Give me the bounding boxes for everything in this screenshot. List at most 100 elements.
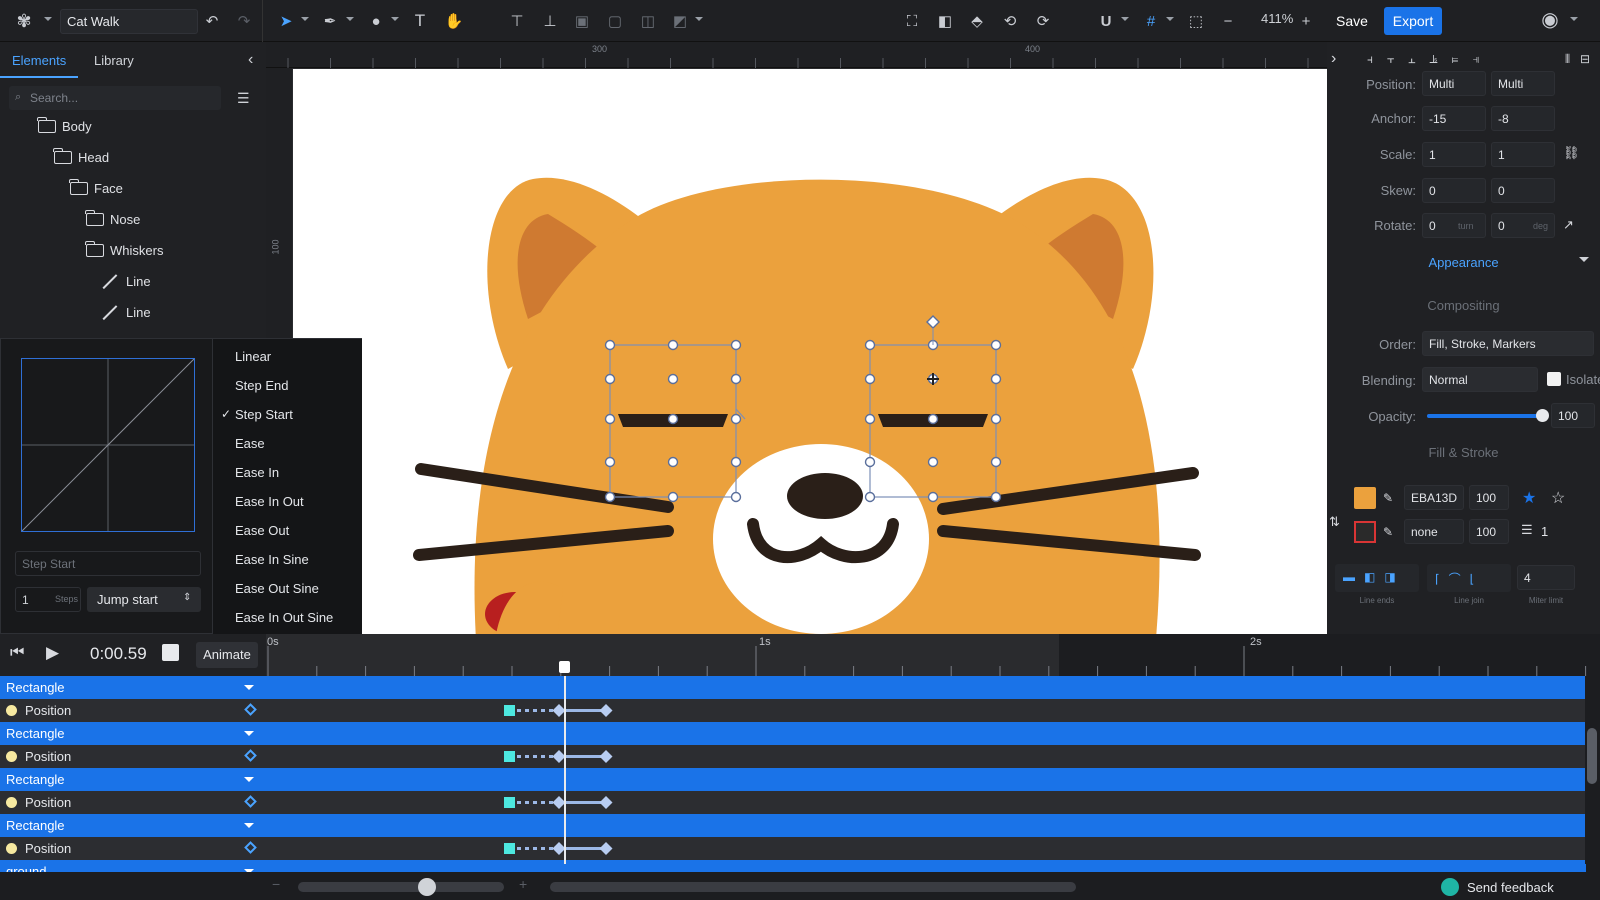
- timeline-property-row[interactable]: Position: [0, 699, 1586, 722]
- group-icon[interactable]: ▣: [572, 11, 592, 31]
- redo-icon[interactable]: ↷: [234, 11, 254, 31]
- fill-hex-field[interactable]: EBA13D: [1404, 485, 1464, 510]
- snap-caret-icon[interactable]: [1121, 17, 1129, 21]
- stroke-width-value[interactable]: 1: [1541, 524, 1548, 539]
- app-menu-caret-icon[interactable]: [44, 17, 52, 21]
- playhead-handle[interactable]: [559, 661, 570, 673]
- shapes-tool-caret-icon[interactable]: [391, 17, 399, 21]
- select-tool-caret-icon[interactable]: [301, 17, 309, 21]
- timeline-property-row[interactable]: Position: [0, 837, 1586, 860]
- swap-fill-stroke-icon[interactable]: ⇅: [1329, 514, 1340, 530]
- easing-option[interactable]: Ease In Out: [235, 494, 304, 509]
- canvas-area[interactable]: 300 400 100: [266, 42, 1327, 634]
- cat-illustration[interactable]: [293, 69, 1327, 634]
- boolean-ops-caret-icon[interactable]: [695, 17, 703, 21]
- align-buttons-icon[interactable]: ⫞⫟⫠⫡⫢⫣: [1367, 52, 1494, 67]
- boolean-ops-icon[interactable]: ◩: [670, 11, 690, 31]
- zoom-in-timeline-icon[interactable]: +: [519, 876, 527, 892]
- keyframe-track[interactable]: [500, 837, 640, 860]
- eyedropper-icon[interactable]: ✎: [1383, 525, 1393, 539]
- track-header[interactable]: Position: [0, 791, 266, 814]
- easing-option[interactable]: Ease In Sine: [235, 552, 309, 567]
- keyframe-track[interactable]: [500, 699, 640, 722]
- grid-caret-icon[interactable]: [1166, 17, 1174, 21]
- order-select[interactable]: Fill, Stroke, Markers: [1422, 331, 1594, 356]
- easing-option[interactable]: Ease In: [235, 465, 279, 480]
- position-x-field[interactable]: Multi: [1422, 71, 1486, 96]
- blending-select[interactable]: Normal: [1422, 367, 1538, 392]
- tree-item-whiskers[interactable]: Whiskers: [85, 237, 163, 263]
- anchor-x-field[interactable]: -15: [1422, 106, 1486, 131]
- timeline-scrollbar-thumb[interactable]: [1587, 728, 1597, 784]
- opacity-slider-thumb[interactable]: [1536, 409, 1549, 422]
- chevron-down-icon[interactable]: [244, 823, 254, 828]
- timeline-object-row[interactable]: Rectangle: [0, 676, 1586, 699]
- tree-item-head[interactable]: Head: [53, 144, 109, 170]
- tree-item-line[interactable]: Line: [102, 299, 151, 325]
- app-logo-icon[interactable]: ✾: [14, 11, 34, 31]
- easing-option-selected[interactable]: Step Start: [235, 407, 293, 422]
- animate-button[interactable]: Animate: [196, 642, 258, 668]
- keyframe-track[interactable]: [500, 791, 640, 814]
- undo-icon[interactable]: ↶: [202, 11, 222, 31]
- line-ends-buttons[interactable]: ▬◧◨: [1335, 564, 1419, 592]
- easing-curve-preview[interactable]: [21, 358, 195, 532]
- tree-item-nose[interactable]: Nose: [85, 206, 140, 232]
- bulb-icon[interactable]: [6, 797, 17, 808]
- rewind-icon[interactable]: ⏮: [10, 644, 24, 662]
- mask-icon[interactable]: ◫: [638, 11, 658, 31]
- fill-opacity-field[interactable]: 100: [1469, 485, 1509, 510]
- skew-y-field[interactable]: 0: [1491, 178, 1555, 203]
- zoom-in-icon[interactable]: +: [1296, 11, 1316, 31]
- isolate-checkbox[interactable]: [1547, 372, 1561, 386]
- keyframe-track[interactable]: [500, 745, 640, 768]
- flip-horizontal-icon[interactable]: ◧: [935, 11, 955, 31]
- save-button[interactable]: Save: [1336, 8, 1376, 34]
- tree-item-line[interactable]: Line: [102, 268, 151, 294]
- timeline-object-row[interactable]: Rectangle: [0, 768, 1586, 791]
- collapse-right-panel-icon[interactable]: ›: [1331, 50, 1336, 68]
- timeline-object-row[interactable]: Rectangle: [0, 722, 1586, 745]
- chevron-down-icon[interactable]: [244, 731, 254, 736]
- align-middle-icon[interactable]: ⊥: [540, 11, 560, 31]
- flip-vertical-icon[interactable]: ⬘: [967, 11, 987, 31]
- bulb-icon[interactable]: [6, 843, 17, 854]
- pen-tool-caret-icon[interactable]: [346, 17, 354, 21]
- easing-name-field[interactable]: Step Start: [15, 551, 201, 576]
- add-keyframe-icon[interactable]: [244, 841, 257, 854]
- easing-option[interactable]: Step End: [235, 378, 289, 393]
- document-title-field[interactable]: Cat Walk: [60, 9, 198, 34]
- opacity-field[interactable]: 100: [1551, 403, 1595, 428]
- bulb-icon[interactable]: [6, 751, 17, 762]
- tab-elements[interactable]: Elements: [12, 53, 66, 68]
- chevron-down-icon[interactable]: [1579, 257, 1589, 262]
- scale-y-field[interactable]: 1: [1491, 142, 1555, 167]
- timeline-scrollbar-track[interactable]: [1585, 676, 1600, 864]
- ungroup-icon[interactable]: ▢: [605, 11, 625, 31]
- miter-limit-field[interactable]: 4: [1517, 565, 1575, 590]
- anchor-y-field[interactable]: -8: [1491, 106, 1555, 131]
- select-tool-icon[interactable]: ➤: [276, 11, 296, 31]
- easing-option[interactable]: Ease In Out Sine: [235, 610, 333, 625]
- rotate-turn-field[interactable]: 0: [1422, 213, 1486, 238]
- timeline-ruler[interactable]: 0s 1s 2s: [266, 634, 1600, 676]
- pen-tool-icon[interactable]: ✒: [320, 11, 340, 31]
- stroke-value-field[interactable]: none: [1404, 519, 1464, 544]
- add-keyframe-icon[interactable]: [244, 795, 257, 808]
- hand-tool-icon[interactable]: ✋: [444, 11, 464, 31]
- rotate-ccw-icon[interactable]: ⟲: [1000, 11, 1020, 31]
- star-outline-icon[interactable]: ☆: [1551, 488, 1565, 508]
- account-caret-icon[interactable]: [1570, 17, 1578, 21]
- chevron-down-icon[interactable]: [244, 685, 254, 690]
- track-header[interactable]: Rectangle: [0, 676, 266, 699]
- align-top-icon[interactable]: ⊤: [507, 11, 527, 31]
- fit-selection-icon[interactable]: ⛶: [902, 11, 922, 31]
- timeline-property-row[interactable]: Position: [0, 791, 1586, 814]
- send-feedback-link[interactable]: Send feedback: [1441, 878, 1554, 896]
- export-button[interactable]: Export: [1384, 7, 1442, 35]
- stroke-opacity-field[interactable]: 100: [1469, 519, 1509, 544]
- stroke-color-swatch[interactable]: [1354, 521, 1376, 543]
- collapse-panel-icon[interactable]: ‹: [248, 51, 253, 69]
- chevron-down-icon[interactable]: [244, 777, 254, 782]
- track-header[interactable]: Position: [0, 699, 266, 722]
